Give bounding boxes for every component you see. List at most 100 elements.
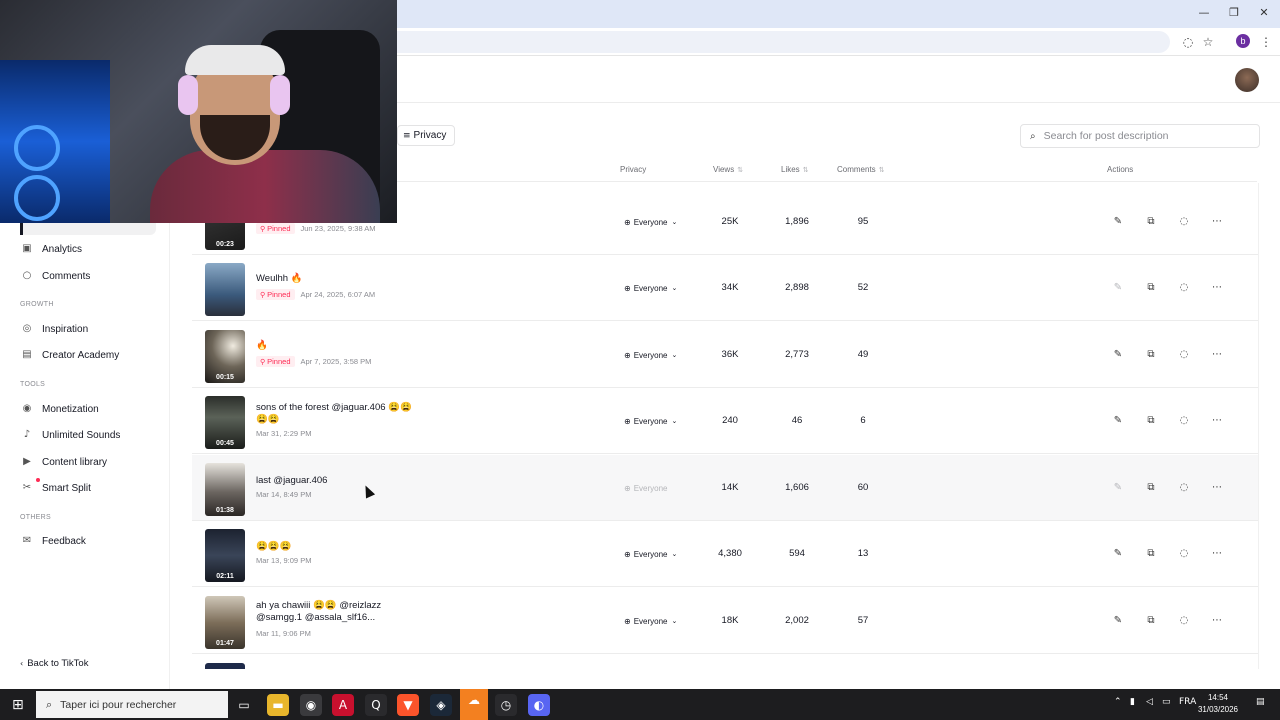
pin-icon: ⚲	[260, 224, 266, 233]
video-duration: 02:11	[216, 573, 234, 580]
comment-icon[interactable]: ◌	[1176, 546, 1192, 562]
share-icon[interactable]: ⧉	[1143, 214, 1159, 230]
edit-icon[interactable]: ✎	[1110, 413, 1126, 429]
back-to-tiktok-link[interactable]: ‹ Back to TikTok	[20, 658, 88, 669]
edit-icon[interactable]: ✎	[1110, 214, 1126, 230]
sidebar-item-creator-academy[interactable]: ▤ Creator Academy	[20, 345, 119, 365]
privacy-filter-button[interactable]: ≡ Privacy	[397, 125, 455, 146]
close-window-button[interactable]: ✕	[1250, 4, 1278, 22]
chevron-up-icon[interactable]: ⌃	[1114, 697, 1122, 707]
more-icon[interactable]: ⋯	[1209, 347, 1225, 363]
sidebar-item-inspiration[interactable]: ◎ Inspiration	[20, 319, 89, 339]
edit-icon[interactable]: ✎	[1110, 347, 1126, 363]
restore-button[interactable]: ❐	[1220, 4, 1248, 22]
edit-icon[interactable]: ✎	[1110, 613, 1126, 629]
comment-icon[interactable]: ◌	[1176, 280, 1192, 296]
search-input[interactable]	[1043, 130, 1244, 142]
sidebar-item-monetization[interactable]: ◉ Monetization	[20, 399, 99, 419]
video-thumbnail[interactable]: 02:11	[205, 529, 245, 582]
privacy-select[interactable]: ⊕ Everyone ⌄	[624, 413, 684, 429]
share-icon[interactable]: ⧉	[1143, 546, 1159, 562]
table-row[interactable]: 00:15 🔥 ⚲ Pinned Apr 7, 2025, 3:58 PM ⊕ Ev…	[192, 322, 1258, 388]
column-header-comments[interactable]: Comments ⇅	[837, 165, 885, 174]
table-row[interactable]: 01:38 last @jaguar.406 Mar 14, 8:49 PM ⊕…	[192, 455, 1258, 521]
file-explorer-icon[interactable]: ▬	[267, 694, 289, 716]
views-count: 36K	[721, 349, 739, 360]
language-label[interactable]: FRA	[1179, 697, 1196, 707]
share-icon[interactable]: ⧉	[1143, 413, 1159, 429]
user-avatar[interactable]	[1235, 68, 1259, 92]
table-row[interactable]: 01:47 ah ya chawiii 😩😩 @reizlazz @samgg.…	[192, 588, 1258, 654]
notification-icon[interactable]: ▤	[1256, 697, 1265, 707]
sidebar-item-unlimited-sounds[interactable]: ♪ Unlimited Sounds	[20, 425, 121, 445]
steam-icon[interactable]: ◈	[430, 694, 452, 716]
table-row[interactable]: 00:45 sons of the forest @jaguar.406 😩😩😩…	[192, 388, 1258, 454]
sidebar-item-smart-split[interactable]: ✂ Smart Split	[20, 478, 91, 498]
share-icon[interactable]: ⧉	[1143, 480, 1159, 496]
battery-icon[interactable]: ▮	[1130, 697, 1135, 707]
sidebar-item-feedback[interactable]: ✉ Feedback	[20, 531, 86, 551]
edit-icon[interactable]: ✎	[1110, 280, 1126, 296]
discord-icon[interactable]: ◐	[528, 694, 550, 716]
column-header-privacy[interactable]: Privacy	[620, 165, 646, 174]
privacy-select[interactable]: ⊕ Everyone ⌄	[624, 546, 684, 562]
comment-icon[interactable]: ◌	[1176, 413, 1192, 429]
windows-start-icon[interactable]: ⊞	[12, 697, 28, 713]
video-thumbnail[interactable]: 01:47	[205, 596, 245, 649]
acrobat-icon[interactable]: A	[332, 694, 354, 716]
brave-icon[interactable]: ▼	[397, 694, 419, 716]
app-clock-icon[interactable]: ◷	[495, 694, 517, 716]
search-box[interactable]: ⌕	[1020, 124, 1260, 148]
browser-menu-icon[interactable]: ⋮	[1258, 34, 1274, 50]
sidebar-item-analytics[interactable]: ▣ Analytics	[20, 239, 82, 259]
more-icon[interactable]: ⋯	[1209, 480, 1225, 496]
comment-icon[interactable]: ◌	[1176, 347, 1192, 363]
comment-icon[interactable]: ◌	[1176, 613, 1192, 629]
cloudflare-icon[interactable]: ☁	[460, 689, 488, 720]
video-thumbnail[interactable]: 01:38	[205, 463, 245, 516]
edit-icon[interactable]: ✎	[1110, 480, 1126, 496]
share-icon[interactable]: ⧉	[1143, 347, 1159, 363]
browser-profile-avatar[interactable]: b	[1236, 34, 1250, 48]
edit-icon[interactable]: ✎	[1110, 546, 1126, 562]
chrome-icon[interactable]: ◉	[300, 694, 322, 716]
network-icon[interactable]: ▭	[1162, 697, 1171, 707]
privacy-select[interactable]: ⊕ Everyone ⌄	[624, 347, 684, 363]
privacy-select[interactable]: ⊕ Everyone ⌄	[624, 214, 684, 230]
webcam-overlay	[0, 0, 397, 223]
sidebar-item-content-library[interactable]: ▶ Content library	[20, 452, 107, 472]
sidebar-item-posts[interactable]	[20, 223, 156, 235]
taskbar-clock[interactable]: 14:54 31/03/2026	[1196, 692, 1240, 716]
table-row[interactable]: 02:11 😩😩😩 Mar 13, 9:09 PM ⊕ Everyone ⌄ 4,3…	[192, 521, 1258, 587]
more-icon[interactable]: ⋯	[1209, 546, 1225, 562]
task-view-icon[interactable]: ▭	[233, 694, 255, 716]
privacy-select[interactable]: ⊕ Everyone	[624, 480, 684, 496]
video-thumbnail[interactable]	[205, 663, 245, 669]
share-icon[interactable]: ⧉	[1143, 613, 1159, 629]
more-icon[interactable]: ⋯	[1209, 413, 1225, 429]
video-thumbnail[interactable]: 00:45	[205, 396, 245, 449]
comment-icon[interactable]: ◌	[1176, 480, 1192, 496]
column-header-views[interactable]: Views ⇅	[713, 165, 743, 174]
video-thumbnail[interactable]	[205, 263, 245, 316]
table-row[interactable]: Weulhh 🔥 ⚲ Pinned Apr 24, 2025, 6:07 AM ⊕…	[192, 255, 1258, 321]
sort-icon: ⇅	[737, 166, 744, 174]
eye-off-icon[interactable]: ◌	[1180, 34, 1196, 50]
more-icon[interactable]: ⋯	[1209, 613, 1225, 629]
minimize-button[interactable]: —	[1190, 4, 1218, 22]
taskbar-search[interactable]: ⌕ Taper ici pour rechercher	[36, 691, 228, 718]
star-icon[interactable]: ☆	[1200, 34, 1216, 50]
sidebar-item-comments[interactable]: ○ Comments	[20, 266, 91, 286]
volume-icon[interactable]: ◁	[1146, 697, 1153, 707]
privacy-select[interactable]: ⊕ Everyone ⌄	[624, 280, 684, 296]
comments-count: 57	[857, 615, 869, 626]
column-header-likes[interactable]: Likes ⇅	[781, 165, 809, 174]
app-q-icon[interactable]: Q	[365, 694, 387, 716]
more-icon[interactable]: ⋯	[1209, 214, 1225, 230]
table-row[interactable]	[192, 655, 1258, 669]
video-thumbnail[interactable]: 00:15	[205, 330, 245, 383]
comment-icon[interactable]: ◌	[1176, 214, 1192, 230]
privacy-select[interactable]: ⊕ Everyone ⌄	[624, 613, 684, 629]
share-icon[interactable]: ⧉	[1143, 280, 1159, 296]
more-icon[interactable]: ⋯	[1209, 280, 1225, 296]
